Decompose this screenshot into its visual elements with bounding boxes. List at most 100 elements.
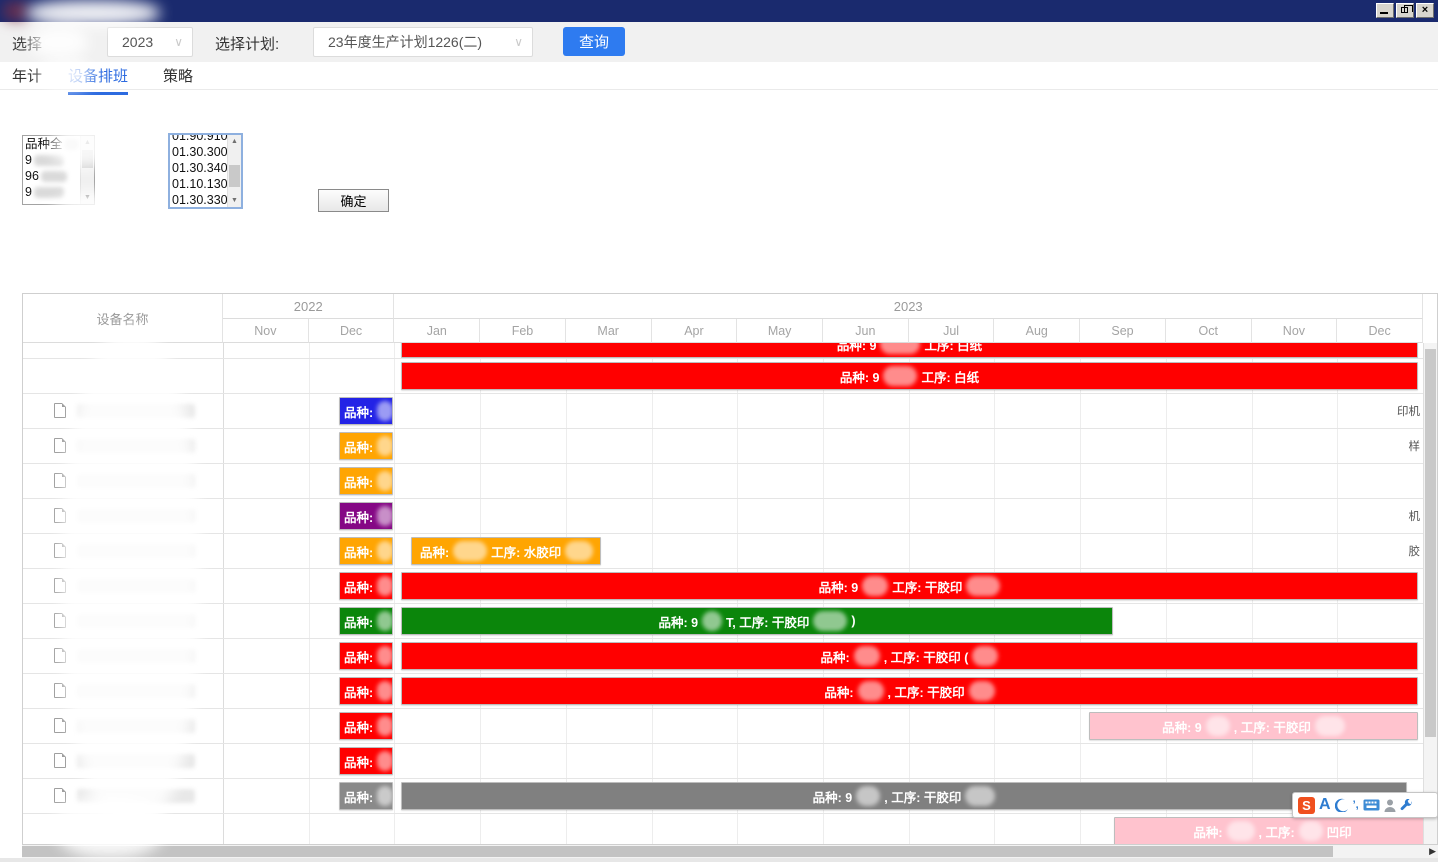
redacted-text <box>41 171 67 182</box>
gantt-bar[interactable]: 品种: 9工序: 白纸 <box>401 362 1418 390</box>
redacted-text <box>377 576 393 596</box>
list-item[interactable]: 01.30.300 <box>172 144 226 160</box>
plan-dropdown[interactable]: 23年度生产计划1226(二) ∨ <box>313 27 533 57</box>
bar-label: 工序: 干胶印 <box>892 577 962 596</box>
list-item[interactable]: 品种全 <box>25 136 79 152</box>
gantt-bar[interactable]: 品种:, 工序:凹印 <box>1114 817 1423 844</box>
confirm-button[interactable]: 确定 <box>318 189 389 212</box>
redacted-text <box>377 716 393 736</box>
gantt-bar[interactable]: 品种: 9T, 工序: 干胶印) <box>401 607 1113 635</box>
tab-策略[interactable]: 策略 <box>163 65 193 92</box>
scroll-up-icon[interactable]: ▲ <box>228 135 241 148</box>
device-name-fragment: 印机 <box>1397 403 1420 419</box>
gantt-bar[interactable]: 品种: 9工序: 白纸 <box>401 343 1418 358</box>
gantt-row: 胶品种:品种:工序: 水胶印 <box>23 534 1423 569</box>
gantt-bar[interactable]: 品种:, 工序: 干胶印 <box>401 677 1418 705</box>
gantt-bar[interactable]: 品种: 9工序: 干胶印 <box>401 572 1418 600</box>
variety-listbox-scrollbar[interactable]: ▲ ▼ <box>80 136 94 204</box>
gantt-bar[interactable]: 品种: <box>339 537 393 565</box>
gantt-bar[interactable]: 品种: <box>339 572 393 600</box>
scrollbar-thumb[interactable] <box>229 165 240 187</box>
scrollbar-thumb[interactable] <box>82 150 93 168</box>
gantt-bar[interactable]: 品种:工序: 水胶印 <box>411 537 601 565</box>
query-button[interactable]: 查询 <box>563 27 625 56</box>
keyboard-icon[interactable] <box>1363 799 1380 811</box>
variety-listbox[interactable]: 品种全9969 ▲ ▼ <box>22 135 95 205</box>
document-icon <box>54 753 66 768</box>
moon-icon[interactable] <box>1335 798 1349 812</box>
month-header: Apr <box>652 319 738 343</box>
bar-label: 工序: 白纸 <box>924 343 982 354</box>
app-window: { "title_bar": { "buttons": [ {"name": "… <box>0 0 1438 862</box>
gantt-bar[interactable]: 品种: <box>339 397 393 425</box>
bar-label: T, 工序: 干胶印 <box>726 612 809 631</box>
chevron-down-icon: ∨ <box>514 28 523 56</box>
redacted-text <box>813 611 847 631</box>
list-item[interactable]: 01.10.130 <box>172 176 226 192</box>
list-item[interactable]: 9 <box>25 184 79 200</box>
scroll-down-icon[interactable]: ▼ <box>81 191 94 204</box>
chevron-down-icon: ∨ <box>174 28 183 56</box>
font-style-icon[interactable]: A <box>1319 796 1331 814</box>
redacted-text <box>1206 716 1230 736</box>
list-item[interactable]: 01.90.910 <box>172 133 226 144</box>
minimize-button[interactable] <box>1376 3 1394 18</box>
list-item[interactable]: 01.30.330 <box>172 192 226 208</box>
gantt-bar[interactable]: 品种: <box>339 677 393 705</box>
device-name-redacted <box>77 439 195 453</box>
scrollbar-thumb[interactable] <box>1425 349 1436 737</box>
window-controls: × <box>1376 3 1434 18</box>
gantt-bar[interactable]: 品种:, 工序: 干胶印 ( <box>401 642 1418 670</box>
year-dropdown[interactable]: 2023 ∨ <box>107 27 193 57</box>
restore-button[interactable] <box>1396 3 1414 18</box>
gantt-bar[interactable]: 品种: <box>339 467 393 495</box>
bar-label: , 工序: 干胶印 ( <box>884 647 969 666</box>
gantt-bar[interactable]: 品种: <box>339 502 393 530</box>
gantt-row: 品种: 9工序: 白纸 <box>23 343 1423 359</box>
bar-label: 品种: <box>420 542 449 561</box>
document-icon <box>54 683 66 698</box>
scrollbar-thumb[interactable] <box>22 846 1333 857</box>
vertical-scrollbar[interactable] <box>1423 343 1437 844</box>
bar-label: , 工序: 干胶印 <box>1234 717 1311 736</box>
redacted-text <box>966 576 1000 596</box>
gantt-bar[interactable]: 品种: 9, 工序: 干胶印 <box>401 782 1407 810</box>
gantt-bar[interactable]: 品种: <box>339 782 393 810</box>
tab-设备排班[interactable]: 设备排班 <box>68 65 128 95</box>
gantt-bar[interactable]: 品种: <box>339 642 393 670</box>
gantt-bar[interactable]: 品种: 9, 工序: 干胶印 <box>1089 712 1418 740</box>
month-header: Mar <box>566 319 652 343</box>
list-item-label: 9 <box>25 184 32 200</box>
year-select-label: 选择 <box>12 33 42 54</box>
gantt-row: 品种: 品种: 9工序: 干胶印 <box>23 569 1423 604</box>
wrench-icon[interactable] <box>1400 799 1413 812</box>
close-button[interactable]: × <box>1416 3 1434 18</box>
month-header: Nov <box>1252 319 1338 343</box>
scroll-up-icon[interactable]: ▲ <box>81 136 94 149</box>
user-icon[interactable] <box>1384 799 1396 812</box>
document-icon <box>54 473 66 488</box>
toolbar: 选择 2023 ∨ 选择计划: 23年度生产计划1226(二) ∨ 查询 <box>0 22 1438 62</box>
gantt-bar[interactable]: 品种: <box>339 712 393 740</box>
list-item[interactable]: 9 <box>25 152 79 168</box>
redacted-text <box>377 436 393 456</box>
punctuation-icon[interactable]: ’, <box>1353 799 1359 811</box>
month-header: Sep <box>1080 319 1166 343</box>
scroll-down-icon[interactable]: ▼ <box>228 194 241 207</box>
redacted-text <box>854 646 880 666</box>
code-listbox[interactable]: 01.90.91001.30.30001.30.34001.10.13001.3… <box>168 133 243 209</box>
code-listbox-scrollbar[interactable]: ▲ ▼ <box>227 135 241 207</box>
bar-label: 品种: <box>344 612 373 631</box>
redacted-text <box>969 681 995 701</box>
list-item[interactable]: 01.30.340 <box>172 160 226 176</box>
gantt-bar[interactable]: 品种: <box>339 747 393 775</box>
restore-icon <box>1401 7 1408 13</box>
horizontal-scrollbar[interactable]: ▶ <box>22 845 1438 858</box>
gantt-bar[interactable]: 品种: <box>339 607 393 635</box>
device-name-redacted <box>77 719 195 733</box>
list-item[interactable]: 96 <box>25 168 79 184</box>
tab-年计[interactable]: 年计 <box>12 65 42 92</box>
gantt-row: 品种: 品种:, 工序: 干胶印 <box>23 674 1423 709</box>
sogou-logo[interactable]: S <box>1298 797 1315 814</box>
gantt-bar[interactable]: 品种: <box>339 432 393 460</box>
